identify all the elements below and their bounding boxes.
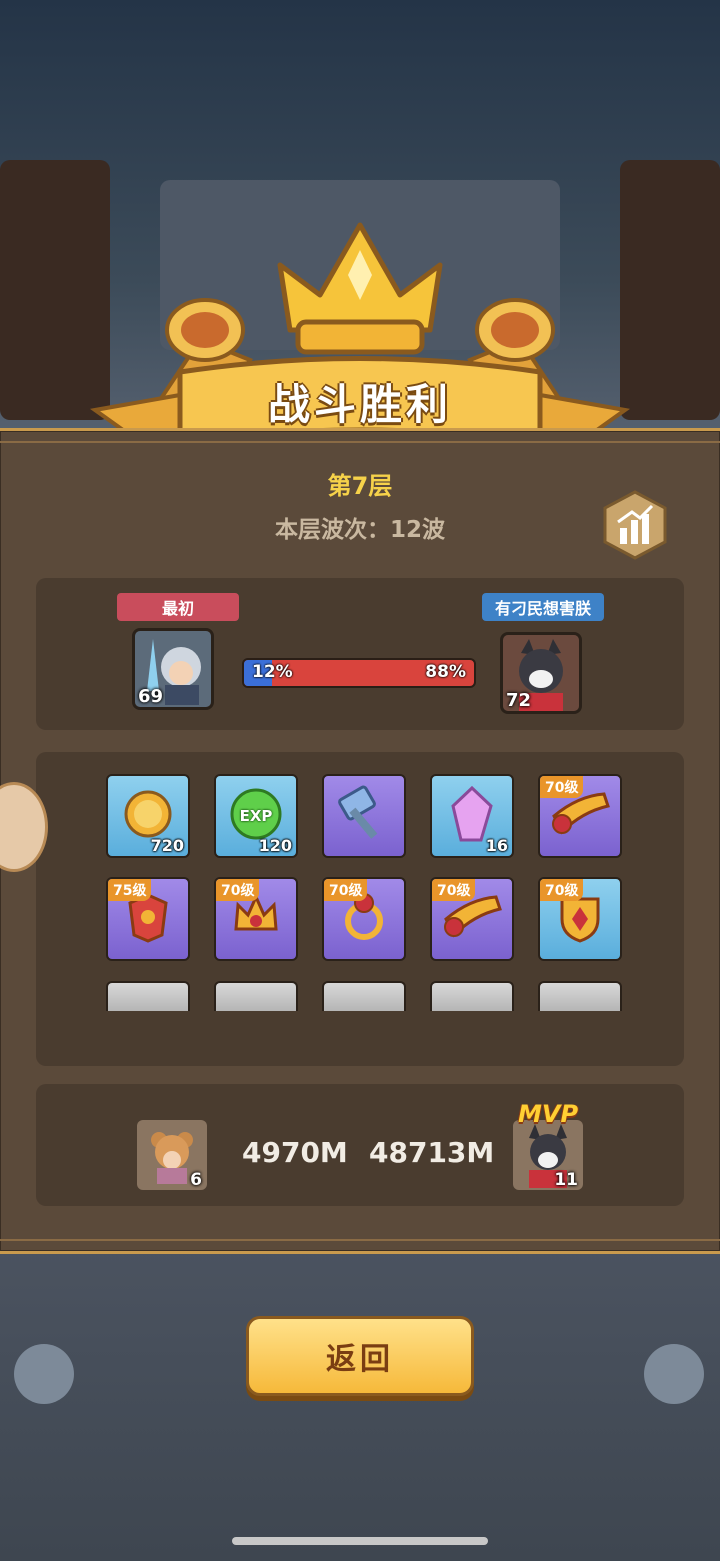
reward-item[interactable]: 720 [106,774,190,858]
return-button[interactable]: 返回 [246,1316,474,1396]
bottom-hero-right [644,1344,704,1404]
player-right-name: 有刁民想害朕 [482,593,604,621]
reward-item[interactable]: 70级 [430,877,514,961]
reward-item[interactable] [322,774,406,858]
reward-item[interactable]: 70级 [322,877,406,961]
reward-quantity: 720 [150,836,184,855]
damage-right-avatar[interactable]: 11 [513,1120,583,1190]
reward-level-badge: 70级 [216,879,260,901]
reward-item-partial[interactable] [214,981,298,1011]
damage-left-avatar[interactable]: 6 [137,1120,207,1190]
reward-item[interactable]: 16 [430,774,514,858]
bottom-hero-left [14,1344,74,1404]
damage-left-value: 4970M [242,1136,348,1169]
player-left-name: 最初 [117,593,239,621]
reward-item-partial[interactable] [538,981,622,1011]
statistics-button[interactable] [602,490,668,560]
damage-right-level: 11 [554,1170,578,1190]
reward-level-badge: 75级 [108,879,152,901]
damage-compare-box [36,1084,684,1206]
damage-ratio-left-label: 12% [252,662,293,682]
damage-ratio-bar: 12% 88% [242,658,476,688]
reward-item[interactable]: 70级 [538,877,622,961]
crown-icon [277,222,443,355]
reward-item[interactable]: 70级 [538,774,622,858]
player-left-level: 69 [138,686,164,707]
reward-level-badge: 70级 [324,879,368,901]
reward-level-badge: 70级 [540,776,584,798]
damage-right-value: 48713M [369,1136,495,1169]
reward-item-partial[interactable] [430,981,514,1011]
mvp-badge: MVP [518,1100,579,1128]
hammer-icon [334,784,394,848]
reward-item[interactable]: 70级 [214,877,298,961]
player-right-avatar[interactable]: 72 [500,632,582,714]
reward-quantity: 16 [485,836,508,855]
reward-quantity: 120 [258,836,292,855]
damage-ratio-right-label: 88% [425,662,466,682]
reward-exp-label: EXP [239,807,273,825]
damage-left-level: 6 [190,1170,202,1190]
home-indicator[interactable] [232,1537,488,1545]
reward-item[interactable]: EXP 120 [214,774,298,858]
reward-level-badge: 70级 [540,879,584,901]
reward-level-badge: 70级 [432,879,476,901]
player-right-level: 72 [506,690,532,711]
reward-item-partial[interactable] [106,981,190,1011]
player-left-avatar[interactable]: 69 [132,628,214,710]
reward-item-partial[interactable] [322,981,406,1011]
victory-title: 战斗胜利 [267,379,452,429]
reward-item[interactable]: 75级 [106,877,190,961]
